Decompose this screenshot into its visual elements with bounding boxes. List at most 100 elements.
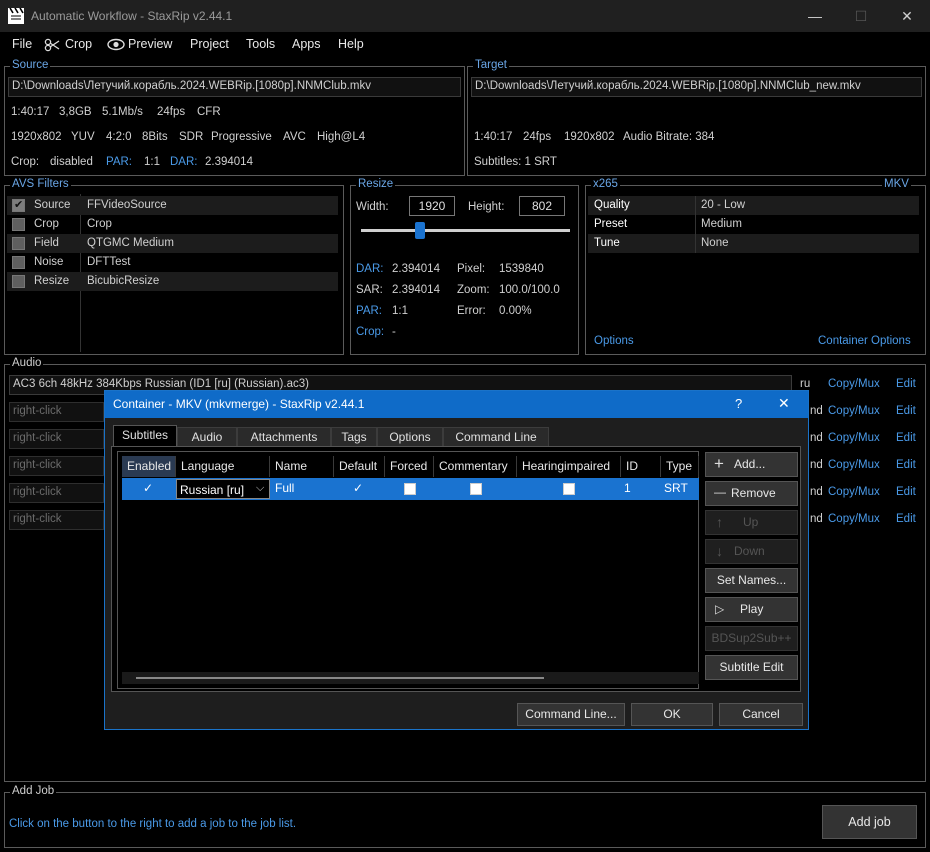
menu-preview[interactable]: Preview [128, 37, 172, 51]
avs-noise-checkbox[interactable] [12, 256, 25, 269]
avs-row-noise[interactable]: Noise DFTTest [7, 253, 338, 272]
play-button[interactable]: ▷ Play [705, 597, 798, 622]
dialog-close-button[interactable]: ✕ [778, 395, 790, 412]
col-default[interactable]: Default [334, 456, 385, 477]
audio-track-1-copy-mux[interactable]: Copy/Mux [828, 378, 880, 390]
hearingimpaired-checkbox[interactable] [563, 483, 575, 495]
col-language[interactable]: Language [176, 456, 270, 477]
audio-track-2-edit[interactable]: Edit [896, 405, 916, 417]
col-forced[interactable]: Forced [385, 456, 434, 477]
avs-source-checkbox[interactable] [12, 198, 25, 212]
resize-slider-track[interactable] [361, 229, 570, 232]
menu-tools[interactable]: Tools [246, 37, 275, 51]
maximize-button[interactable]: ☐ [838, 0, 884, 32]
tab-subtitles[interactable]: Subtitles [113, 425, 177, 448]
audio-track-5-field[interactable]: right-click [9, 483, 104, 503]
menu-file[interactable]: File [12, 37, 32, 51]
encoder-row-preset[interactable]: Preset Medium [588, 215, 919, 234]
resize-dar-link[interactable]: DAR: [356, 263, 383, 275]
subtitle-row[interactable]: ✓ Russian [ru] ⌵ Full ✓ 1 SRT [122, 478, 699, 500]
menu-help[interactable]: Help [338, 37, 364, 51]
audio-track-4-copy-mux[interactable]: Copy/Mux [828, 459, 880, 471]
menu-project[interactable]: Project [190, 37, 229, 51]
container-options-link[interactable]: Container Options [818, 335, 911, 347]
tab-options[interactable]: Options [377, 427, 443, 448]
encoder-options-link[interactable]: Options [594, 335, 634, 347]
commentary-checkbox[interactable] [470, 483, 482, 495]
row-name[interactable]: Full [275, 481, 294, 495]
close-button[interactable]: ✕ [884, 0, 930, 32]
audio-track-1-edit[interactable]: Edit [896, 378, 916, 390]
audio-track-5-copy-mux[interactable]: Copy/Mux [828, 486, 880, 498]
horizontal-scrollbar[interactable] [122, 672, 699, 684]
scrollbar-thumb[interactable] [136, 677, 544, 679]
row-type[interactable]: SRT [664, 481, 688, 495]
remove-button[interactable]: — Remove [705, 481, 798, 506]
default-check-icon[interactable]: ✓ [353, 481, 363, 495]
avs-row-source[interactable]: Source FFVideoSource [7, 196, 338, 215]
audio-track-6-copy-mux[interactable]: Copy/Mux [828, 513, 880, 525]
tab-command-line[interactable]: Command Line [443, 427, 549, 448]
ok-button[interactable]: OK [631, 703, 713, 726]
audio-track-4-edit[interactable]: Edit [896, 459, 916, 471]
chevron-down-icon[interactable]: ⌵ [256, 482, 264, 495]
add-button[interactable]: + Add... [705, 452, 798, 477]
avs-resize-checkbox[interactable] [12, 275, 25, 288]
dialog-help-button[interactable]: ? [735, 396, 742, 411]
menu-crop[interactable]: Crop [65, 37, 92, 51]
audio-track-5-edit[interactable]: Edit [896, 486, 916, 498]
resize-slider-thumb[interactable] [414, 222, 425, 239]
container-label[interactable]: MKV [882, 178, 911, 190]
set-names-button[interactable]: Set Names... [705, 568, 798, 593]
bdsup2sub-button[interactable]: BDSup2Sub++ [705, 626, 798, 651]
col-type[interactable]: Type [661, 456, 699, 477]
audio-track-3-field[interactable]: right-click [9, 429, 104, 449]
menu-apps[interactable]: Apps [292, 37, 321, 51]
tab-tags[interactable]: Tags [331, 427, 377, 448]
col-hearingimpaired[interactable]: Hearingimpaired [517, 456, 621, 477]
audio-track-3-edit[interactable]: Edit [896, 432, 916, 444]
encoder-row-quality[interactable]: Quality 20 - Low [588, 196, 919, 215]
add-job-button[interactable]: Add job [822, 805, 917, 839]
row-id[interactable]: 1 [624, 481, 631, 495]
resize-crop-link[interactable]: Crop: [356, 326, 384, 338]
minimize-button[interactable]: — [792, 0, 838, 32]
language-select[interactable]: Russian [ru] ⌵ [176, 479, 270, 499]
avs-row-crop[interactable]: Crop Crop [7, 215, 338, 234]
audio-track-6-field[interactable]: right-click [9, 510, 104, 530]
audio-track-3-copy-mux[interactable]: Copy/Mux [828, 432, 880, 444]
avs-field-checkbox[interactable] [12, 237, 25, 250]
height-input[interactable]: 802 [519, 196, 565, 216]
enabled-check-icon[interactable]: ✓ [143, 481, 153, 495]
col-name[interactable]: Name [270, 456, 334, 477]
audio-track-2-field[interactable]: right-click [9, 402, 104, 422]
resize-par-link[interactable]: PAR: [356, 305, 382, 317]
encoder-row-tune[interactable]: Tune None [588, 234, 919, 253]
up-button[interactable]: ↑ Up [705, 510, 798, 535]
source-path-field[interactable]: D:\Downloads\Летучий.корабль.2024.WEBRip… [8, 77, 461, 97]
col-enabled[interactable]: Enabled [122, 456, 176, 477]
avs-row-field[interactable]: Field QTGMC Medium [7, 234, 338, 253]
tab-audio[interactable]: Audio [177, 427, 237, 448]
col-id[interactable]: ID [621, 456, 661, 477]
target-path-field[interactable]: D:\Downloads\Летучий.корабль.2024.WEBRip… [471, 77, 922, 97]
eye-icon[interactable] [107, 38, 125, 51]
dialog-title: Container - MKV (mkvmerge) - StaxRip v2.… [113, 397, 365, 411]
down-button[interactable]: ↓ Down [705, 539, 798, 564]
subtitle-edit-button[interactable]: Subtitle Edit [705, 655, 798, 680]
forced-checkbox[interactable] [404, 483, 416, 495]
col-commentary[interactable]: Commentary [434, 456, 517, 477]
source-par-link[interactable]: PAR: [106, 156, 132, 168]
audio-track-2-copy-mux[interactable]: Copy/Mux [828, 405, 880, 417]
avs-row-resize[interactable]: Resize BicubicResize [7, 272, 338, 291]
cancel-button[interactable]: Cancel [719, 703, 803, 726]
avs-crop-checkbox[interactable] [12, 218, 25, 231]
source-dar-link[interactable]: DAR: [170, 156, 197, 168]
command-line-button[interactable]: Command Line... [517, 703, 625, 726]
width-input[interactable]: 1920 [409, 196, 455, 216]
tab-attachments[interactable]: Attachments [237, 427, 331, 448]
encoder-label[interactable]: x265 [591, 178, 620, 190]
scissors-icon[interactable] [44, 38, 60, 52]
audio-track-6-edit[interactable]: Edit [896, 513, 916, 525]
audio-track-4-field[interactable]: right-click [9, 456, 104, 476]
